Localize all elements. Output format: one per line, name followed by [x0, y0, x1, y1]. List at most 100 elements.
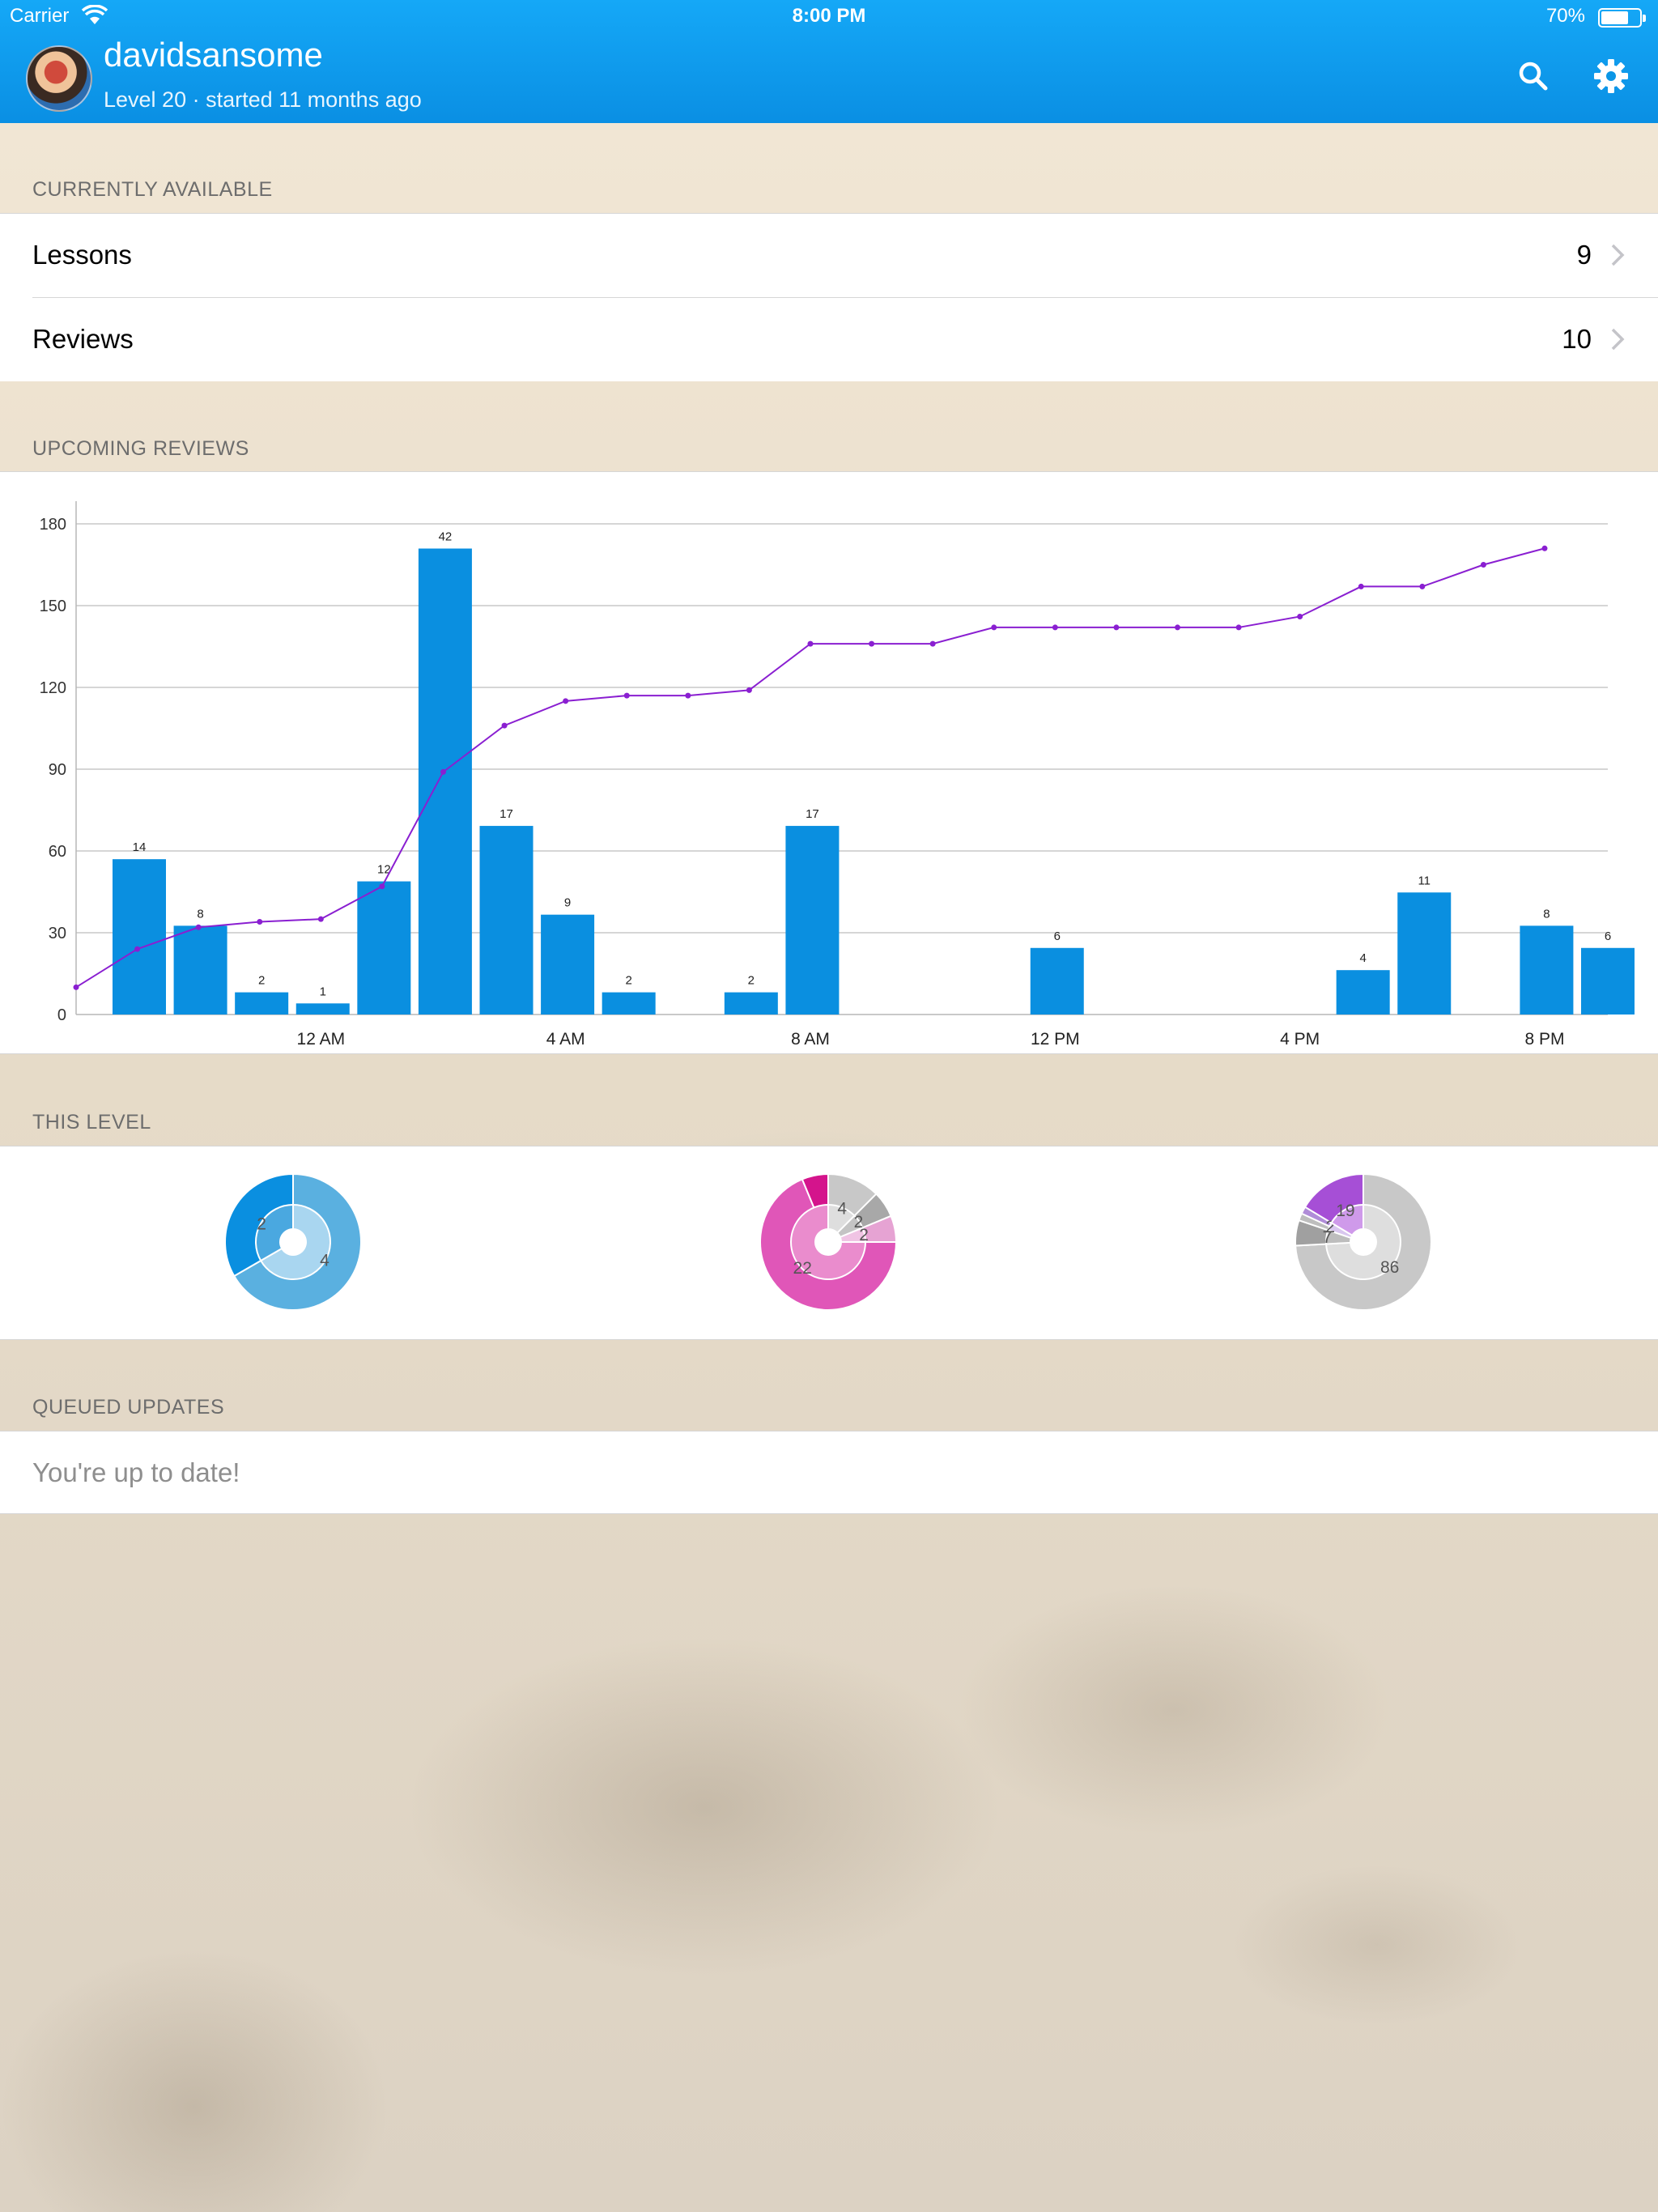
line-point: [379, 883, 385, 890]
y-tick-label: 120: [40, 679, 66, 697]
line-point: [501, 722, 508, 729]
chevron-right-icon: [1611, 328, 1625, 351]
bar-value-label: 14: [133, 840, 147, 854]
reviews-label: Reviews: [32, 324, 134, 354]
bar-value-label: 9: [564, 896, 571, 910]
x-tick-label: 8 PM: [1524, 1030, 1564, 1049]
currently-available-card: Lessons 9 Reviews 10: [0, 213, 1658, 381]
pie-center-hole: [280, 1229, 306, 1255]
line-point: [73, 984, 79, 990]
line-point: [746, 687, 752, 693]
pie-label: 22: [793, 1259, 812, 1278]
bar-value-label: 1: [320, 985, 326, 998]
line-point: [440, 768, 446, 775]
battery-percentage: 70%: [1545, 5, 1585, 27]
line-point: [929, 640, 936, 647]
bar-value-label: 8: [197, 907, 203, 921]
bar: [1030, 947, 1084, 1015]
bar: [113, 859, 166, 1015]
line-point: [317, 916, 324, 922]
line-point: [807, 640, 814, 647]
line-point: [257, 919, 263, 925]
lessons-label: Lessons: [32, 240, 132, 270]
line-point: [1297, 613, 1303, 619]
line-point: [1358, 583, 1364, 589]
bar: [785, 826, 840, 1015]
bar-value-label: 42: [439, 530, 453, 544]
y-tick-label: 0: [57, 1006, 66, 1024]
bar-value-label: 2: [748, 974, 755, 988]
upcoming-reviews-chart: 03060901201501801482112421792 21764118612…: [40, 501, 1635, 1049]
x-tick-label: 12 AM: [297, 1030, 346, 1049]
bar: [357, 881, 411, 1015]
pie-label: 4: [320, 1252, 329, 1270]
section-title-this-level: THIS LEVEL: [32, 1111, 151, 1134]
bar: [1397, 892, 1452, 1015]
pie-label: 19: [1336, 1202, 1354, 1220]
x-tick-label: 4 PM: [1280, 1030, 1320, 1049]
line-point: [1541, 545, 1548, 551]
bar: [295, 1003, 350, 1015]
line-point: [134, 946, 141, 952]
bar-value-label: 6: [1605, 929, 1611, 943]
line-point: [1113, 624, 1120, 631]
bar: [1336, 970, 1390, 1015]
bar: [1581, 947, 1635, 1015]
y-tick-label: 30: [49, 925, 66, 942]
x-tick-label: 8 AM: [791, 1030, 830, 1049]
chevron-right-icon: [1611, 244, 1625, 266]
bar: [418, 548, 472, 1015]
bar: [235, 992, 289, 1015]
vocabulary-pie: 867219: [1295, 1172, 1432, 1311]
y-tick-label: 180: [40, 516, 66, 534]
bar-value-label: 11: [1418, 874, 1431, 887]
x-tick-label: 4 AM: [546, 1030, 585, 1049]
status-bar: Carrier 8:00 PM 70%: [0, 0, 1658, 32]
bar: [173, 925, 227, 1015]
line-point: [195, 924, 202, 930]
bar: [724, 992, 778, 1015]
avatar[interactable]: [26, 45, 92, 112]
section-title-upcoming-reviews: UPCOMING REVIEWS: [32, 437, 249, 460]
gear-icon[interactable]: [1592, 57, 1630, 96]
queued-updates-message: You're up to date!: [32, 1457, 240, 1487]
username: davidsansome: [104, 36, 323, 74]
level-subtitle: Level 20 · started 11 months ago: [104, 87, 422, 112]
bar: [541, 914, 595, 1015]
level-progress-pies: 4242222 867219: [224, 1172, 1432, 1311]
bar-value-label: 6: [1054, 929, 1061, 943]
y-tick-label: 90: [49, 761, 66, 779]
upcoming-reviews-chart-card: 0 30 60 90 120 150 180 14 8 2 1 12 42 17 9 2 2 17 6 4 11 8 6 12…: [0, 471, 1658, 1054]
y-tick-label: 60: [49, 843, 66, 861]
x-tick-label: 12 PM: [1031, 1030, 1080, 1049]
line-point: [1480, 562, 1486, 568]
clock: 8:00 PM: [792, 5, 866, 27]
section-title-queued-updates: QUEUED UPDATES: [32, 1396, 225, 1419]
pie-label: 2: [257, 1215, 266, 1234]
line-point: [623, 692, 630, 699]
lessons-count: 9: [1576, 240, 1592, 270]
line-point: [1235, 624, 1242, 631]
bar: [1520, 925, 1574, 1015]
reviews-row[interactable]: Reviews 10: [0, 298, 1658, 381]
y-tick-label: 150: [40, 598, 66, 615]
bar-value-label: 2: [258, 974, 265, 988]
bar-value-label: 4: [1359, 951, 1366, 965]
pie-label: 4: [837, 1199, 847, 1218]
search-icon[interactable]: [1514, 57, 1553, 96]
line-point: [563, 698, 569, 704]
bar: [479, 826, 534, 1015]
queued-updates-card: You're up to date!: [0, 1431, 1658, 1514]
pie-label: 86: [1380, 1258, 1399, 1277]
pie-center-hole: [1350, 1229, 1376, 1255]
lessons-row[interactable]: Lessons 9: [0, 214, 1658, 297]
line-point: [1419, 583, 1426, 589]
bar-value-label: 2: [625, 974, 631, 988]
radicals-pie: 42: [224, 1172, 362, 1311]
line-point: [1175, 624, 1180, 631]
bar-value-label: 17: [500, 807, 513, 821]
battery-icon: [1598, 8, 1646, 28]
pie-center-hole: [815, 1229, 841, 1255]
line-point: [1052, 624, 1058, 631]
reviews-count: 10: [1562, 324, 1592, 354]
